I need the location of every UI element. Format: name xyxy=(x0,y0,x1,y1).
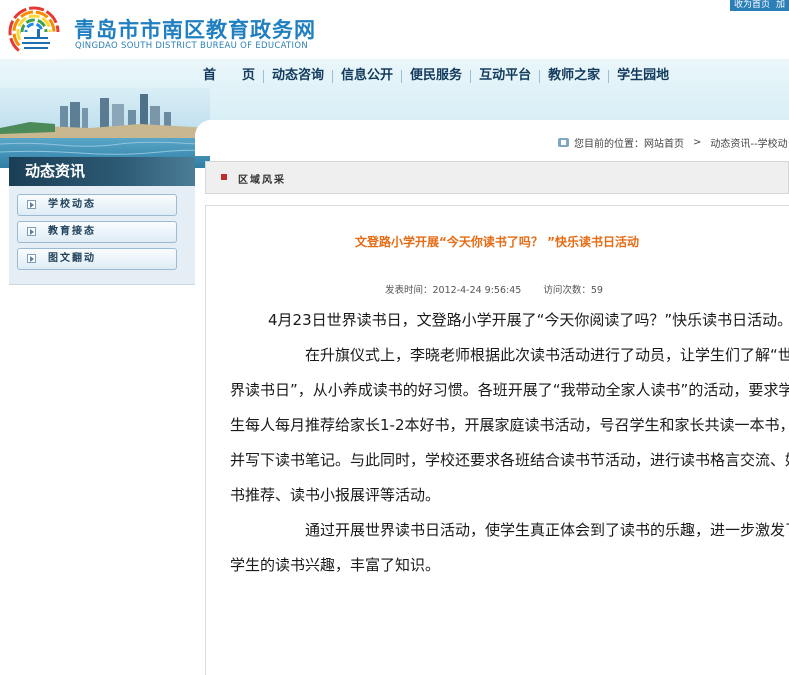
nav-interaction[interactable]: 互动平台 xyxy=(471,62,539,90)
sidebar-item-photo-news[interactable]: 图文翻动 xyxy=(17,248,177,270)
article-paragraph: 在升旗仪式上，李晓老师根据此次读书活动进行了动员，让学生们了解“世界读书日”，从… xyxy=(230,346,789,504)
publish-time: 发表时间：2012-4-24 9:56:45 xyxy=(385,285,522,296)
article-meta: 发表时间：2012-4-24 9:56:45 访问次数：59 xyxy=(385,282,603,296)
sidebar-item-education[interactable]: 教育接态 xyxy=(17,221,177,243)
article-paragraph: 通过开展世界读书日活动，使学生真正体会到了读书的乐趣，进一步激发了学生的读书兴趣… xyxy=(230,521,789,574)
visit-count: 访问次数：59 xyxy=(543,285,603,296)
site-subtitle: QINGDAO SOUTH DISTRICT BUREAU OF EDUCATI… xyxy=(75,41,308,51)
sidebar-menu: 学校动态 教育接态 图文翻动 xyxy=(9,186,195,285)
sidebar-title: 动态资讯 xyxy=(9,157,195,186)
breadcrumb: 您目前的位置：网站首页 > 动态资讯--学校动 xyxy=(558,135,788,150)
site-title: 青岛市市南区教育政务网 xyxy=(74,18,316,42)
nav-info-disclosure[interactable]: 信息公开 xyxy=(333,62,401,90)
nav-home[interactable]: 首 页 xyxy=(195,62,263,90)
nav-students[interactable]: 学生园地 xyxy=(609,62,677,90)
nav-teachers[interactable]: 教师之家 xyxy=(540,62,608,90)
breadcrumb-separator: > xyxy=(693,137,702,148)
article-title: 文登路小学开展“今天你读书了吗？ ”快乐读书日活动 xyxy=(355,235,639,249)
arrow-icon xyxy=(27,254,36,263)
sidebar-item-label: 图文翻动 xyxy=(48,253,96,264)
article-paragraph: 4月23日世界读书日，文登路小学开展了“今天你阅读了吗？”快乐读书日活动。 xyxy=(268,311,789,329)
sidebar-item-school-news[interactable]: 学校动态 xyxy=(17,194,177,216)
top-links: 收为首页 加 xyxy=(729,0,789,11)
set-homepage-link[interactable]: 收为首页 xyxy=(734,0,770,11)
article-body: 4月23日世界读书日，文登路小学开展了“今天你阅读了吗？”快乐读书日活动。 在升… xyxy=(230,303,789,583)
location-icon xyxy=(558,138,569,147)
arrow-icon xyxy=(27,200,36,209)
main-nav: 首 页 动态咨询 信息公开 便民服务 互动平台 教师之家 学生园地 xyxy=(195,62,789,90)
sidebar-item-label: 教育接态 xyxy=(48,226,96,237)
add-favorite-link[interactable]: 加 xyxy=(776,0,785,11)
breadcrumb-home[interactable]: 您目前的位置：网站首页 xyxy=(574,135,684,150)
city-coast-banner-image xyxy=(0,88,210,168)
nav-services[interactable]: 便民服务 xyxy=(402,62,470,90)
red-square-icon xyxy=(221,174,227,180)
sidebar-item-label: 学校动态 xyxy=(48,199,96,210)
rainbow-logo-icon[interactable] xyxy=(7,5,61,59)
nav-news[interactable]: 动态咨询 xyxy=(264,62,332,90)
section-label: 区域风采 xyxy=(238,175,286,186)
breadcrumb-current[interactable]: 动态资讯--学校动 xyxy=(710,135,787,150)
section-header: 区域风采 xyxy=(205,161,789,194)
arrow-icon xyxy=(27,227,36,236)
